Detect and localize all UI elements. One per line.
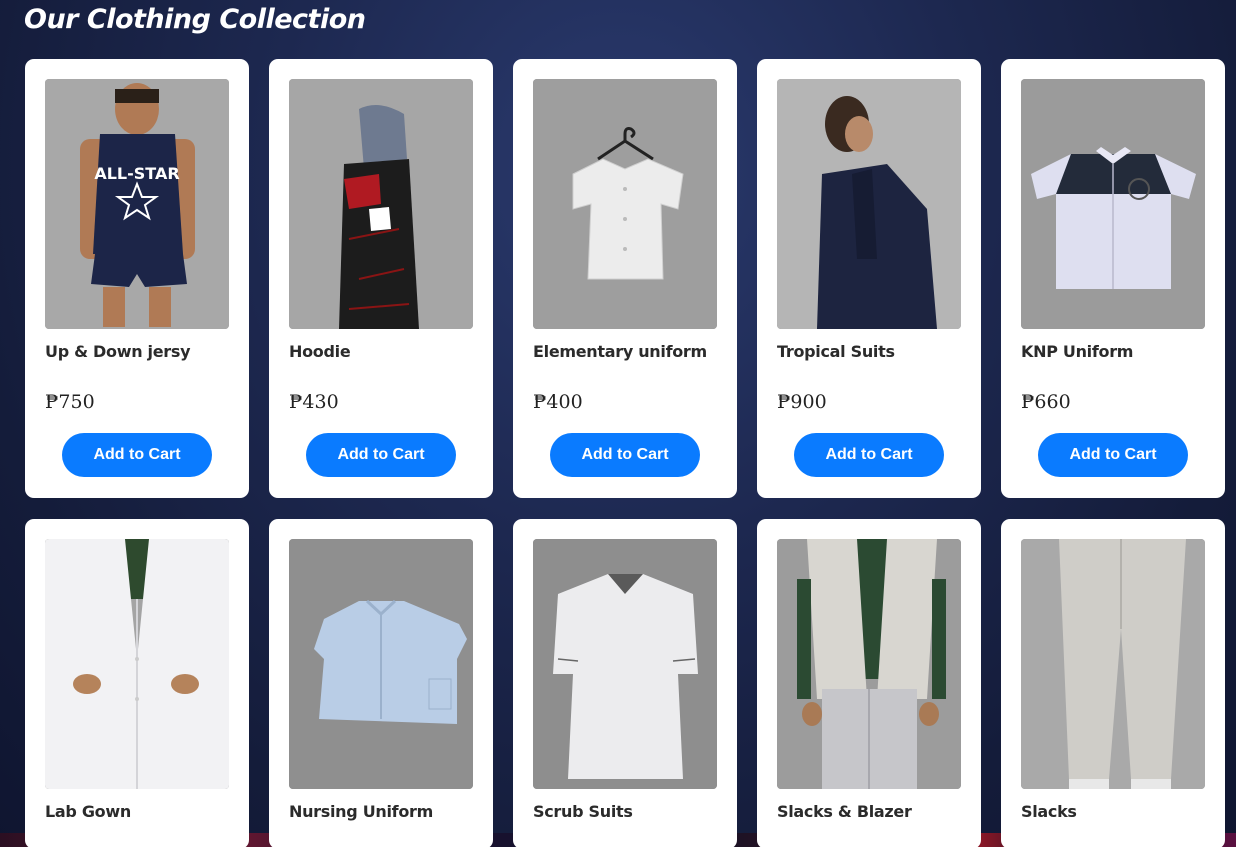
product-card: Slacks <box>1001 519 1225 847</box>
product-name: Slacks & Blazer <box>777 802 912 821</box>
product-image <box>777 539 961 789</box>
product-image <box>45 539 229 789</box>
add-to-cart-button[interactable]: Add to Cart <box>1038 433 1188 477</box>
product-image <box>777 79 961 329</box>
product-card: Nursing Uniform <box>269 519 493 847</box>
product-image <box>1021 539 1205 789</box>
svg-text:ALL-STAR: ALL-STAR <box>94 164 179 183</box>
product-card: Tropical Suits ₱900 Add to Cart <box>757 59 981 498</box>
product-image <box>289 79 473 329</box>
product-name: Nursing Uniform <box>289 802 433 821</box>
product-image <box>533 79 717 329</box>
product-image <box>289 539 473 789</box>
product-card: Lab Gown <box>25 519 249 847</box>
product-card: Slacks & Blazer <box>757 519 981 847</box>
product-name: Tropical Suits <box>777 342 895 361</box>
product-card: Hoodie ₱430 Add to Cart <box>269 59 493 498</box>
product-image: ALL-STAR <box>45 79 229 329</box>
product-price: ₱400 <box>533 391 583 413</box>
product-name: KNP Uniform <box>1021 342 1134 361</box>
add-to-cart-button[interactable]: Add to Cart <box>794 433 944 477</box>
product-price: ₱750 <box>45 391 95 413</box>
product-image <box>533 539 717 789</box>
add-to-cart-button[interactable]: Add to Cart <box>62 433 212 477</box>
product-card: Elementary uniform ₱400 Add to Cart <box>513 59 737 498</box>
product-card: KNP Uniform ₱660 Add to Cart <box>1001 59 1225 498</box>
product-name: Scrub Suits <box>533 802 633 821</box>
product-price: ₱660 <box>1021 391 1071 413</box>
add-to-cart-button[interactable]: Add to Cart <box>550 433 700 477</box>
add-to-cart-button[interactable]: Add to Cart <box>306 433 456 477</box>
page-title: Our Clothing Collection <box>24 4 366 35</box>
product-price: ₱430 <box>289 391 339 413</box>
product-name: Slacks <box>1021 802 1077 821</box>
product-card: ALL-STAR Up & Down jersy ₱750 Add to Car… <box>25 59 249 498</box>
product-name: Lab Gown <box>45 802 131 821</box>
product-name: Elementary uniform <box>533 342 707 361</box>
product-grid: ALL-STAR Up & Down jersy ₱750 Add to Car… <box>25 59 1225 847</box>
product-name: Hoodie <box>289 342 351 361</box>
product-price: ₱900 <box>777 391 827 413</box>
product-name: Up & Down jersy <box>45 342 191 361</box>
product-card: Scrub Suits <box>513 519 737 847</box>
product-image <box>1021 79 1205 329</box>
